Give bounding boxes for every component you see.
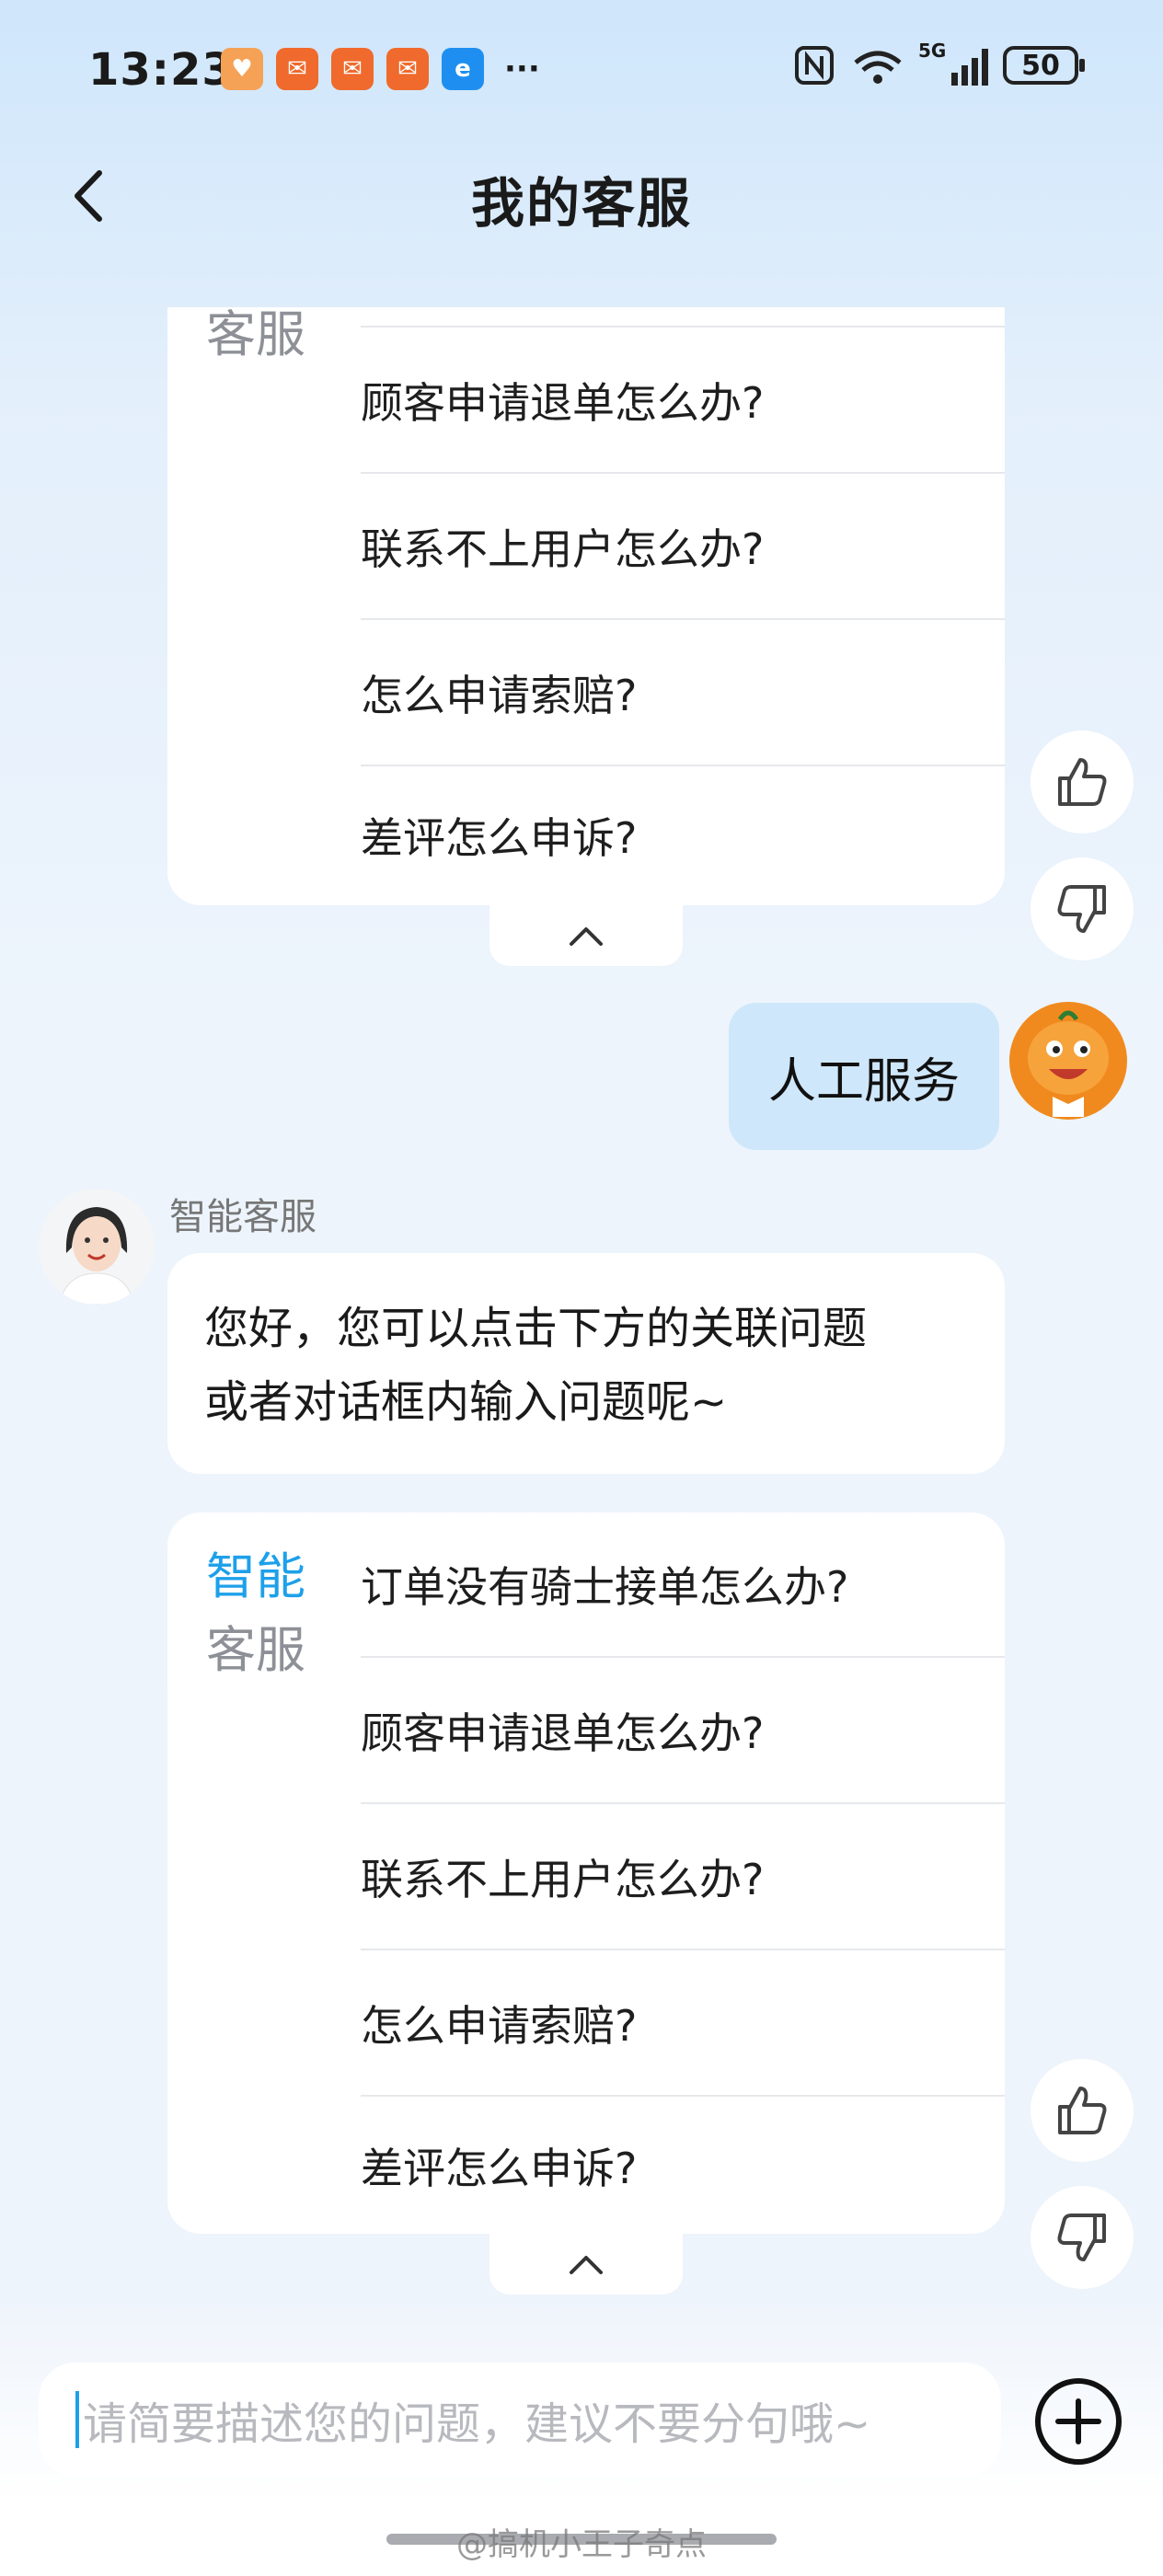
bot-message-bubble: 您好，您可以点击下方的关联问题 或者对话框内输入问题呢~ bbox=[167, 1253, 1005, 1474]
watermark: @搞机小王子奇点 bbox=[456, 2526, 707, 2563]
faq-card-bottom: 智能 客服 订单没有骑士接单怎么办? 顾客申请退单怎么办? 联系不上用户怎么办?… bbox=[167, 1512, 1005, 2234]
plus-icon[interactable] bbox=[1034, 2377, 1123, 2466]
thumbs-down-icon bbox=[1057, 885, 1106, 933]
app-notification-icon: ✉ bbox=[386, 48, 429, 90]
like-button[interactable] bbox=[1031, 2059, 1134, 2162]
collapse-button[interactable] bbox=[489, 2234, 683, 2294]
status-time: 13:23 bbox=[88, 44, 234, 96]
bot-avatar bbox=[39, 1189, 155, 1305]
notification-icons: ♥ ✉ ✉ ✉ e ··· bbox=[221, 48, 540, 90]
battery-icon: 50 bbox=[1003, 46, 1085, 85]
app-notification-icon: e bbox=[442, 48, 484, 90]
faq-item[interactable]: 顾客申请退单怎么办? bbox=[361, 328, 1005, 472]
faq-side-label: 智能 客服 bbox=[206, 1540, 305, 1687]
faq-item[interactable]: 联系不上用户怎么办? bbox=[361, 1804, 1005, 1949]
thumbs-up-icon bbox=[1058, 2087, 1107, 2134]
thumbs-down-icon bbox=[1057, 2214, 1106, 2261]
input-placeholder: 请简要描述您的问题，建议不要分句哦~ bbox=[83, 2398, 871, 2450]
app-notification-icon: ♥ bbox=[221, 48, 263, 90]
header: 我的客服 bbox=[0, 147, 1163, 248]
message-input[interactable]: 请简要描述您的问题，建议不要分句哦~ bbox=[39, 2363, 1001, 2477]
app-notification-icon: ✉ bbox=[276, 48, 318, 90]
battery-level: 50 bbox=[1021, 49, 1060, 82]
faq-side-label-top: 智能 bbox=[206, 1547, 305, 1605]
collapse-button[interactable] bbox=[489, 905, 683, 966]
app-notification-icon: ✉ bbox=[331, 48, 374, 90]
faq-card-top: 客服 顾客申请退单怎么办? 联系不上用户怎么办? 怎么申请索赔? 差评怎么申诉? bbox=[167, 307, 1005, 905]
nfc-icon bbox=[795, 46, 834, 85]
network-type: 5G bbox=[918, 40, 947, 62]
faq-side-label: 客服 bbox=[206, 307, 305, 363]
thumbs-up-icon bbox=[1058, 758, 1107, 806]
page-title: 我的客服 bbox=[470, 172, 692, 235]
faq-item[interactable]: 怎么申请索赔? bbox=[361, 620, 1005, 765]
faq-item[interactable]: 差评怎么申诉? bbox=[361, 766, 1005, 904]
more-notifications-icon: ··· bbox=[504, 51, 540, 87]
dislike-button[interactable] bbox=[1031, 2186, 1134, 2289]
chat-area[interactable]: 客服 顾客申请退单怎么办? 联系不上用户怎么办? 怎么申请索赔? 差评怎么申诉?… bbox=[0, 307, 1163, 2350]
like-button[interactable] bbox=[1031, 730, 1134, 834]
text-caret bbox=[75, 2391, 79, 2448]
input-bar: 请简要描述您的问题，建议不要分句哦~ bbox=[0, 2346, 1163, 2484]
bot-name: 智能客服 bbox=[169, 1196, 317, 1238]
faq-item[interactable]: 顾客申请退单怎么办? bbox=[361, 1658, 1005, 1802]
user-avatar[interactable] bbox=[1008, 1001, 1128, 1121]
faq-item[interactable]: 订单没有骑士接单怎么办? bbox=[361, 1512, 1005, 1656]
signal-icon: 5G bbox=[918, 40, 988, 86]
status-bar: 13:23 ♥ ✉ ✉ ✉ e ··· 5G 50 bbox=[0, 0, 1163, 138]
bot-message-line: 或者对话框内输入问题呢~ bbox=[204, 1376, 728, 1428]
faq-item[interactable]: 联系不上用户怎么办? bbox=[361, 474, 1005, 618]
bot-message-line: 您好，您可以点击下方的关联问题 bbox=[204, 1303, 868, 1354]
faq-item[interactable]: 差评怎么申诉? bbox=[361, 2097, 1005, 2234]
system-icons: 5G 50 bbox=[793, 40, 1085, 86]
faq-side-label-bottom: 客服 bbox=[206, 1621, 305, 1679]
user-message-bubble: 人工服务 bbox=[729, 1003, 999, 1150]
faq-item[interactable]: 怎么申请索赔? bbox=[361, 1950, 1005, 2095]
wifi-icon bbox=[854, 51, 902, 84]
chevron-up-icon bbox=[570, 927, 603, 946]
chevron-up-icon bbox=[570, 2256, 603, 2274]
dislike-button[interactable] bbox=[1031, 857, 1134, 960]
